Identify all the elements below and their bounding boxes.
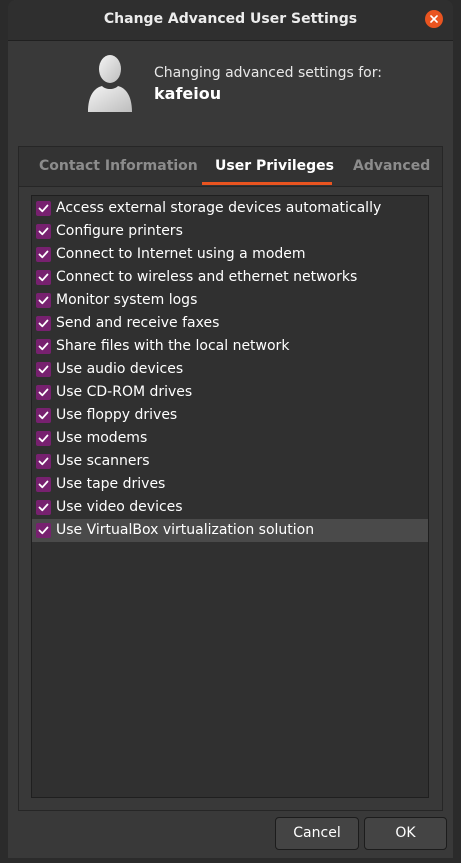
- privilege-row[interactable]: Use scanners: [32, 450, 428, 473]
- window-title: Change Advanced User Settings: [103, 11, 358, 27]
- active-tab-indicator: [202, 182, 332, 185]
- ok-button[interactable]: OK: [364, 817, 447, 850]
- privilege-checkbox[interactable]: [36, 339, 51, 354]
- header: Changing advanced settings for: kafeiou: [8, 40, 453, 140]
- privilege-row[interactable]: Use audio devices: [32, 358, 428, 381]
- dialog-window: Change Advanced User Settings Changing a…: [8, 0, 453, 858]
- privilege-checkbox[interactable]: [36, 224, 51, 239]
- privilege-label: Use floppy drives: [56, 407, 178, 423]
- privilege-label: Use audio devices: [56, 361, 184, 377]
- privilege-row[interactable]: Use CD-ROM drives: [32, 381, 428, 404]
- privilege-checkbox[interactable]: [36, 293, 51, 308]
- checkmark-icon: [38, 204, 49, 213]
- privilege-label: Use scanners: [56, 453, 150, 469]
- privilege-label: Use tape drives: [56, 476, 166, 492]
- privilege-checkbox[interactable]: [36, 454, 51, 469]
- cancel-button[interactable]: Cancel: [275, 817, 359, 850]
- privilege-row[interactable]: Use video devices: [32, 496, 428, 519]
- checkmark-icon: [38, 434, 49, 443]
- privilege-row[interactable]: Use tape drives: [32, 473, 428, 496]
- privilege-checkbox[interactable]: [36, 408, 51, 423]
- header-subtitle: Changing advanced settings for:: [154, 65, 382, 81]
- privilege-label: Connect to wireless and ethernet network…: [56, 269, 358, 285]
- tab-user-privileges[interactable]: User Privileges: [215, 158, 334, 174]
- privilege-checkbox[interactable]: [36, 362, 51, 377]
- privilege-checkbox[interactable]: [36, 523, 51, 538]
- privilege-label: Share files with the local network: [56, 338, 290, 354]
- privilege-label: Use VirtualBox virtualization solution: [56, 522, 315, 538]
- privilege-row[interactable]: Connect to Internet using a modem: [32, 243, 428, 266]
- privilege-checkbox[interactable]: [36, 270, 51, 285]
- user-avatar-icon: [88, 55, 132, 112]
- tab-bar: Contact Information User Privileges Adva…: [19, 147, 442, 187]
- privileges-list[interactable]: Access external storage devices automati…: [31, 195, 429, 798]
- checkmark-icon: [38, 319, 49, 328]
- close-icon: [430, 15, 438, 23]
- privilege-row[interactable]: Use modems: [32, 427, 428, 450]
- privilege-checkbox[interactable]: [36, 201, 51, 216]
- privilege-label: Monitor system logs: [56, 292, 198, 308]
- checkmark-icon: [38, 227, 49, 236]
- privilege-checkbox[interactable]: [36, 247, 51, 262]
- privilege-row[interactable]: Share files with the local network: [32, 335, 428, 358]
- checkmark-icon: [38, 342, 49, 351]
- privilege-checkbox[interactable]: [36, 316, 51, 331]
- header-username: kafeiou: [154, 84, 222, 103]
- privilege-row[interactable]: Send and receive faxes: [32, 312, 428, 335]
- tab-advanced[interactable]: Advanced: [353, 158, 430, 174]
- checkmark-icon: [38, 526, 49, 535]
- privilege-label: Send and receive faxes: [56, 315, 220, 331]
- privilege-label: Configure printers: [56, 223, 183, 239]
- privilege-row[interactable]: Monitor system logs: [32, 289, 428, 312]
- title-bar[interactable]: Change Advanced User Settings: [8, 0, 453, 41]
- privilege-label: Use modems: [56, 430, 148, 446]
- privilege-row[interactable]: Access external storage devices automati…: [32, 197, 428, 220]
- tab-contact-information[interactable]: Contact Information: [39, 158, 198, 174]
- privilege-row[interactable]: Use VirtualBox virtualization solution: [32, 519, 428, 542]
- checkmark-icon: [38, 503, 49, 512]
- privilege-label: Connect to Internet using a modem: [56, 246, 306, 262]
- checkmark-icon: [38, 411, 49, 420]
- checkmark-icon: [38, 457, 49, 466]
- privilege-checkbox[interactable]: [36, 385, 51, 400]
- checkmark-icon: [38, 273, 49, 282]
- checkmark-icon: [38, 365, 49, 374]
- checkmark-icon: [38, 250, 49, 259]
- privilege-checkbox[interactable]: [36, 431, 51, 446]
- privilege-row[interactable]: Configure printers: [32, 220, 428, 243]
- tab-notebook: Contact Information User Privileges Adva…: [18, 146, 443, 811]
- checkmark-icon: [38, 480, 49, 489]
- privilege-label: Access external storage devices automati…: [56, 200, 382, 216]
- privilege-checkbox[interactable]: [36, 477, 51, 492]
- privilege-row[interactable]: Connect to wireless and ethernet network…: [32, 266, 428, 289]
- privilege-label: Use video devices: [56, 499, 183, 515]
- privilege-row[interactable]: Use floppy drives: [32, 404, 428, 427]
- checkmark-icon: [38, 296, 49, 305]
- privilege-label: Use CD-ROM drives: [56, 384, 193, 400]
- checkmark-icon: [38, 388, 49, 397]
- privilege-checkbox[interactable]: [36, 500, 51, 515]
- close-button[interactable]: [425, 10, 443, 28]
